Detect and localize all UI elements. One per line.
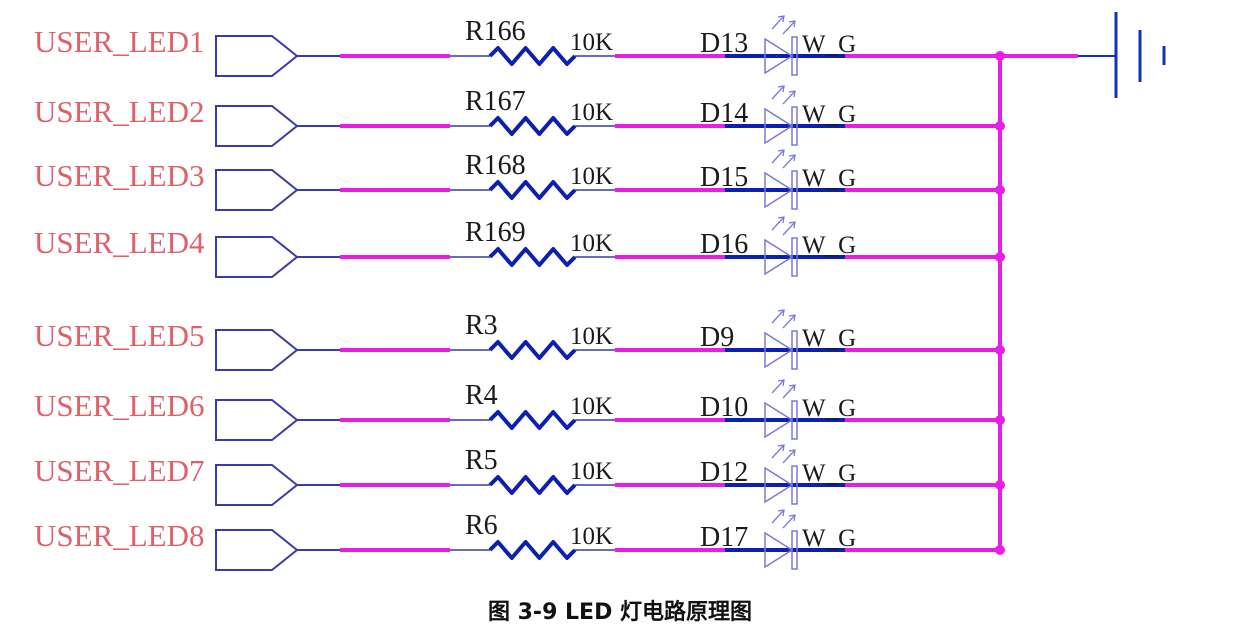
diode-designator: D13 (700, 28, 748, 59)
resistor-symbol (488, 180, 577, 200)
net-label: USER_LED4 (34, 225, 205, 260)
port-symbol (215, 399, 299, 441)
led-arrow-icon (782, 20, 796, 35)
diode-part: W_G (802, 460, 856, 487)
net-label: USER_LED7 (34, 453, 205, 488)
led-arrow-icon (771, 15, 785, 30)
led-arrow-icon (782, 449, 796, 464)
resistor-designator: R168 (465, 150, 526, 181)
diode-designator: D14 (700, 98, 748, 129)
led-channel-row: USER_LED2 R167 10K D14 W_G (34, 85, 1005, 147)
diode-designator: D15 (700, 162, 748, 193)
resistor-value: 10K (570, 230, 613, 257)
led-arrow-icon (771, 309, 785, 324)
net-label: USER_LED2 (34, 94, 205, 129)
port-symbol (215, 35, 299, 77)
resistor-designator: R3 (465, 310, 498, 341)
led-channel-row: USER_LED4 R169 10K D16 W_G (34, 216, 1005, 278)
led-channel-row: USER_LED5 R3 10K D9 W_G (34, 309, 1005, 371)
led-arrow-icon (782, 514, 796, 529)
resistor-symbol (488, 46, 577, 66)
led-channel-row: USER_LED7 R5 10K D12 W_G (34, 444, 1005, 506)
diode-part: W_G (802, 31, 856, 58)
resistor-designator: R6 (465, 510, 498, 541)
diode-part: W_G (802, 165, 856, 192)
led-arrow-icon (771, 85, 785, 100)
led-channel-row: USER_LED6 R4 10K D10 W_G (34, 379, 1005, 441)
port-symbol (215, 169, 299, 211)
port-symbol (215, 105, 299, 147)
port-symbol (215, 464, 299, 506)
led-arrow-icon (782, 314, 796, 329)
led-arrow-icon (782, 384, 796, 399)
resistor-value: 10K (570, 393, 613, 420)
led-arrow-icon (771, 149, 785, 164)
common-bus (998, 54, 1078, 552)
diode-designator: D10 (700, 392, 748, 423)
led-arrow-icon (771, 444, 785, 459)
ground-symbol (1078, 12, 1166, 98)
led-arrow-icon (782, 90, 796, 105)
diode-designator: D9 (700, 322, 734, 353)
diode-part: W_G (802, 395, 856, 422)
diode-designator: D16 (700, 229, 748, 260)
net-label: USER_LED6 (34, 388, 205, 423)
resistor-designator: R5 (465, 445, 498, 476)
resistor-value: 10K (570, 163, 613, 190)
led-arrow-icon (771, 509, 785, 524)
diode-part: W_G (802, 525, 856, 552)
resistor-symbol (488, 116, 577, 136)
led-channel-row: USER_LED1 R166 10K D13 W_G (34, 15, 1005, 77)
net-label: USER_LED8 (34, 518, 205, 553)
led-channel-row: USER_LED3 R168 10K D15 W_G (34, 149, 1005, 211)
led-channel-row: USER_LED8 R6 10K D17 W_G (34, 509, 1005, 571)
resistor-symbol (488, 340, 577, 360)
resistor-value: 10K (570, 458, 613, 485)
diode-part: W_G (802, 232, 856, 259)
diode-part: W_G (802, 325, 856, 352)
resistor-value: 10K (570, 29, 613, 56)
resistor-symbol (488, 540, 577, 560)
diode-designator: D17 (700, 522, 748, 553)
diode-part: W_G (802, 101, 856, 128)
resistor-value: 10K (570, 323, 613, 350)
resistor-designator: R166 (465, 16, 526, 47)
net-label: USER_LED5 (34, 318, 205, 353)
led-arrow-icon (771, 216, 785, 231)
resistor-symbol (488, 410, 577, 430)
resistor-symbol (488, 475, 577, 495)
resistor-designator: R169 (465, 217, 526, 248)
led-arrow-icon (782, 154, 796, 169)
resistor-value: 10K (570, 99, 613, 126)
resistor-designator: R4 (465, 380, 498, 411)
led-schematic: USER_LED1 R166 10K D13 W_G USER_LED2 R167 10K D1… (34, 12, 1166, 571)
resistor-symbol (488, 247, 577, 267)
port-symbol (215, 329, 299, 371)
port-symbol (215, 529, 299, 571)
led-arrow-icon (782, 221, 796, 236)
diode-designator: D12 (700, 457, 748, 488)
led-arrow-icon (771, 379, 785, 394)
resistor-designator: R167 (465, 86, 526, 117)
figure-caption: 图 3-9 LED 灯电路原理图 (487, 600, 753, 625)
net-label: USER_LED1 (34, 24, 205, 59)
net-label: USER_LED3 (34, 158, 205, 193)
port-symbol (215, 236, 299, 278)
resistor-value: 10K (570, 523, 613, 550)
